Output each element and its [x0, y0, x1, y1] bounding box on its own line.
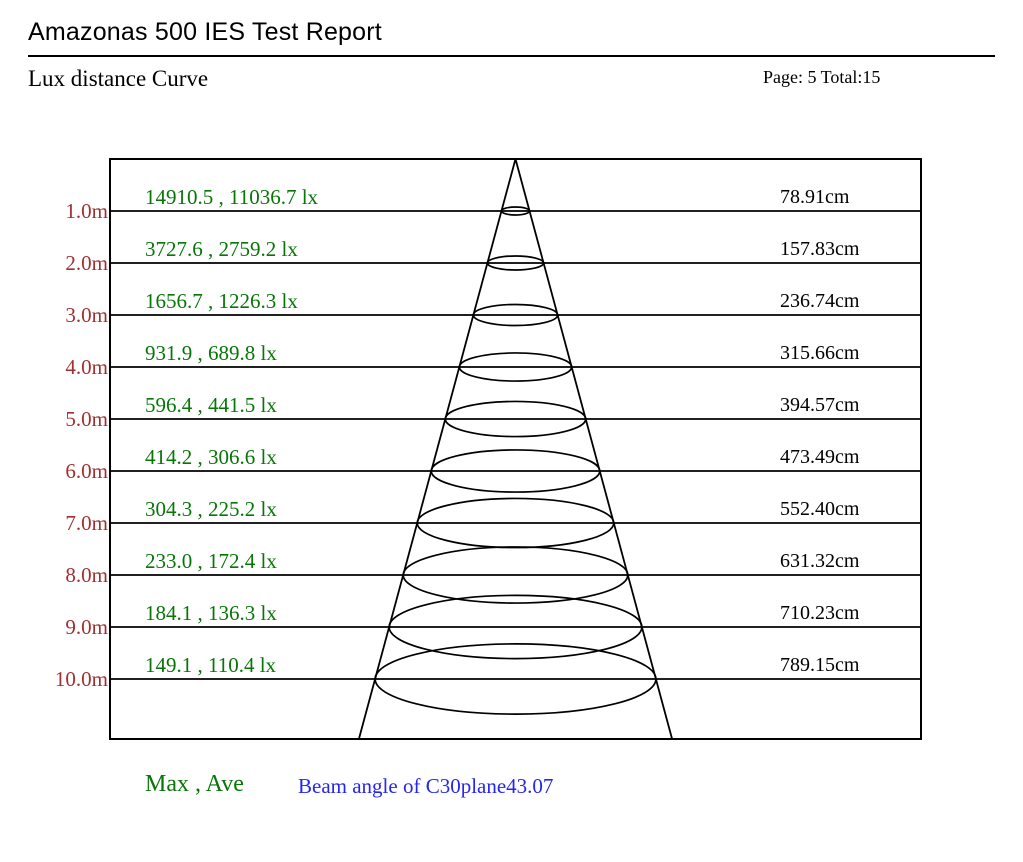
distance-label: 4.0m	[65, 354, 108, 380]
lux-value-label: 304.3 , 225.2 lx	[145, 497, 277, 521]
lux-value-label: 3727.6 , 2759.2 lx	[145, 237, 298, 261]
max-ave-legend: Max , Ave	[145, 771, 244, 798]
lux-value-label: 149.1 , 110.4 lx	[145, 653, 276, 677]
lux-value-label: 184.1 , 136.3 lx	[145, 601, 277, 625]
distance-label: 7.0m	[65, 510, 108, 536]
lux-value-label: 414.2 , 306.6 lx	[145, 445, 277, 469]
lux-value-label: 1656.7 , 1226.3 lx	[145, 289, 298, 313]
distance-label: 5.0m	[65, 406, 108, 432]
lux-value-label: 931.9 , 689.8 lx	[145, 341, 277, 365]
spot-diameter-label: 789.15cm	[780, 653, 859, 677]
page-number: Page: 5 Total:15	[763, 67, 880, 88]
distance-label: 6.0m	[65, 458, 108, 484]
lux-value-label: 596.4 , 441.5 lx	[145, 393, 277, 417]
distance-label: 2.0m	[65, 250, 108, 276]
spot-diameter-label: 315.66cm	[780, 341, 859, 365]
ies-report-page: Amazonas 500 IES Test Report Lux distanc…	[0, 0, 1023, 862]
distance-label: 3.0m	[65, 302, 108, 328]
lux-value-label: 233.0 , 172.4 lx	[145, 549, 277, 573]
chart-title: Lux distance Curve	[28, 66, 208, 92]
beam-angle-label: Beam angle of C30plane43.07	[298, 774, 553, 799]
spot-diameter-label: 157.83cm	[780, 237, 859, 261]
distance-label: 10.0m	[55, 666, 108, 692]
spot-diameter-label: 394.57cm	[780, 393, 859, 417]
lux-value-label: 14910.5 , 11036.7 lx	[145, 185, 318, 209]
spot-diameter-label: 236.74cm	[780, 289, 859, 313]
spot-diameter-label: 78.91cm	[780, 185, 849, 209]
spot-diameter-label: 631.32cm	[780, 549, 859, 573]
spot-diameter-label: 552.40cm	[780, 497, 859, 521]
spot-diameter-label: 710.23cm	[780, 601, 859, 625]
spot-diameter-label: 473.49cm	[780, 445, 859, 469]
distance-label: 9.0m	[65, 614, 108, 640]
distance-label: 8.0m	[65, 562, 108, 588]
distance-label: 1.0m	[65, 198, 108, 224]
title-divider	[28, 55, 995, 57]
page-title: Amazonas 500 IES Test Report	[28, 18, 382, 47]
